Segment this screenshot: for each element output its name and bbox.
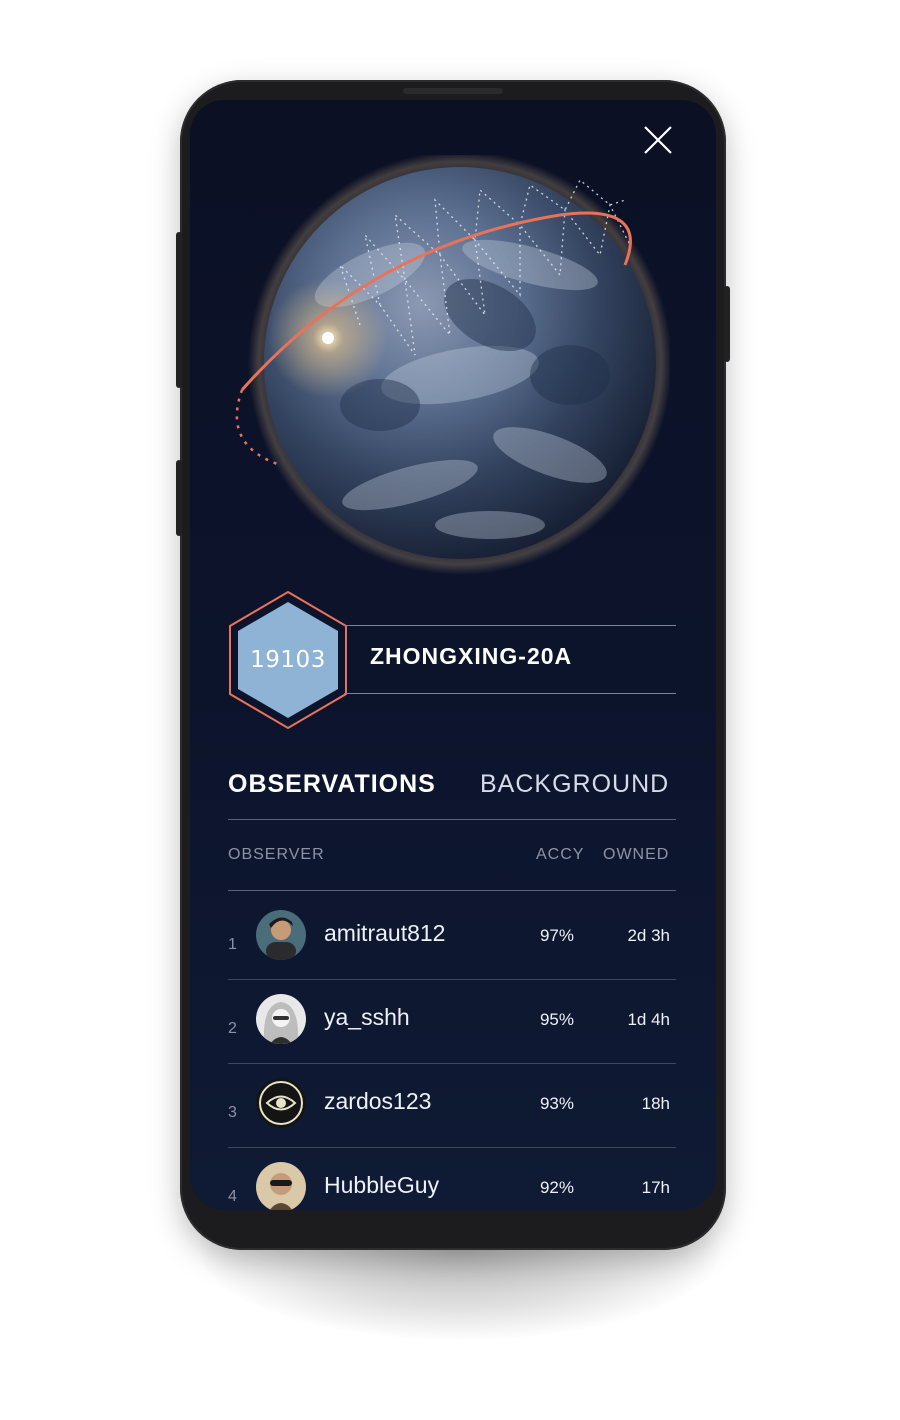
earpiece-speaker [403, 88, 503, 94]
observer-name: amitraut812 [324, 920, 446, 946]
user-photo-avatar [256, 1162, 306, 1210]
volume-up-button [176, 232, 182, 388]
row-rank: 4 [228, 1188, 237, 1205]
observer-name: ya_sshh [324, 1004, 410, 1030]
column-header-observer: OBSERVER [228, 846, 325, 863]
observer-name: zardos123 [324, 1088, 432, 1114]
observer-accuracy: 95% [539, 1010, 574, 1029]
observer-accuracy: 92% [539, 1178, 574, 1197]
title-rule-bottom [344, 693, 676, 694]
satellite-name: ZHONGXING-20A [370, 643, 573, 669]
table-row[interactable]: 1 amitraut812 97% 2d 3h [228, 896, 676, 980]
earth-orbit-visual [235, 155, 670, 575]
tab-background[interactable]: BACKGROUND [480, 770, 669, 799]
observer-accuracy: 93% [539, 1094, 574, 1113]
header-divider [228, 890, 676, 891]
close-button[interactable] [642, 124, 674, 156]
satellite-number: 19103 [250, 647, 326, 673]
user-photo-avatar [256, 910, 306, 960]
tab-observations[interactable]: OBSERVATIONS [228, 770, 436, 799]
tabs-divider [228, 819, 676, 820]
volume-down-button [176, 460, 182, 536]
observer-owned-time: 2d 3h [627, 926, 670, 945]
observer-owned-time: 18h [641, 1094, 670, 1113]
user-photo-avatar [256, 994, 306, 1044]
table-row[interactable]: 3 zardos123 93% 18h [228, 1064, 676, 1148]
row-rank: 2 [228, 1020, 237, 1037]
observer-owned-time: 1d 4h [627, 1010, 670, 1029]
observer-accuracy: 97% [539, 926, 574, 945]
close-icon [644, 126, 672, 154]
table-row[interactable]: 4 HubbleGuy 92% 17h [228, 1148, 676, 1210]
observer-name: HubbleGuy [324, 1172, 440, 1198]
title-rule-top [344, 625, 676, 626]
column-header-owned: OWNED [603, 846, 670, 863]
power-button [724, 286, 730, 362]
table-row[interactable]: 2 ya_sshh 95% 1d 4h [228, 980, 676, 1064]
row-rank: 3 [228, 1104, 237, 1121]
row-rank: 1 [228, 936, 237, 953]
app-screen: 19103 ZHONGXING-20A OBSERVATIONS BACKGRO… [190, 100, 716, 1210]
observer-owned-time: 17h [641, 1178, 670, 1197]
column-header-accy: ACCY [536, 846, 585, 863]
eye-target-avatar [256, 1078, 306, 1128]
